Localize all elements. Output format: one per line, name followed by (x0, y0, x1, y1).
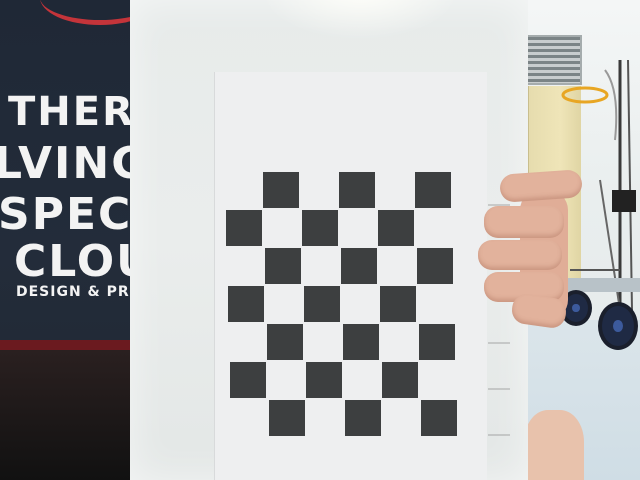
checker-square (226, 210, 262, 246)
ruler-marks (488, 160, 510, 460)
checker-square (380, 286, 416, 322)
finger-ring (478, 240, 562, 270)
checker-square (419, 324, 455, 360)
checker-square (304, 286, 340, 322)
checker-square (417, 248, 453, 284)
checker-square (306, 362, 342, 398)
photo-scene: THERO LVING SPECI CLOU DESIGN & PRIN (0, 0, 640, 480)
checker-square (263, 172, 299, 208)
checker-square (415, 172, 451, 208)
checker-square (339, 172, 375, 208)
checker-square (228, 286, 264, 322)
checker-square (345, 400, 381, 436)
shirt-print-line-2: LVING (0, 138, 150, 189)
shirt-print-line-3: SPECI (0, 189, 151, 240)
finger-index (499, 169, 583, 203)
knee (524, 410, 584, 480)
finger-middle (484, 206, 564, 238)
checker-square (382, 362, 418, 398)
checker-square (343, 324, 379, 360)
shirt-print-line-5: DESIGN & PRIN (16, 284, 149, 300)
checker-square (265, 248, 301, 284)
checker-square (378, 210, 414, 246)
checkerboard-pattern (225, 172, 457, 440)
checker-square (269, 400, 305, 436)
cart-wheel-right (598, 302, 638, 350)
checker-square (341, 248, 377, 284)
checker-square (302, 210, 338, 246)
checker-square (421, 400, 457, 436)
checker-square (267, 324, 303, 360)
checker-square (230, 362, 266, 398)
